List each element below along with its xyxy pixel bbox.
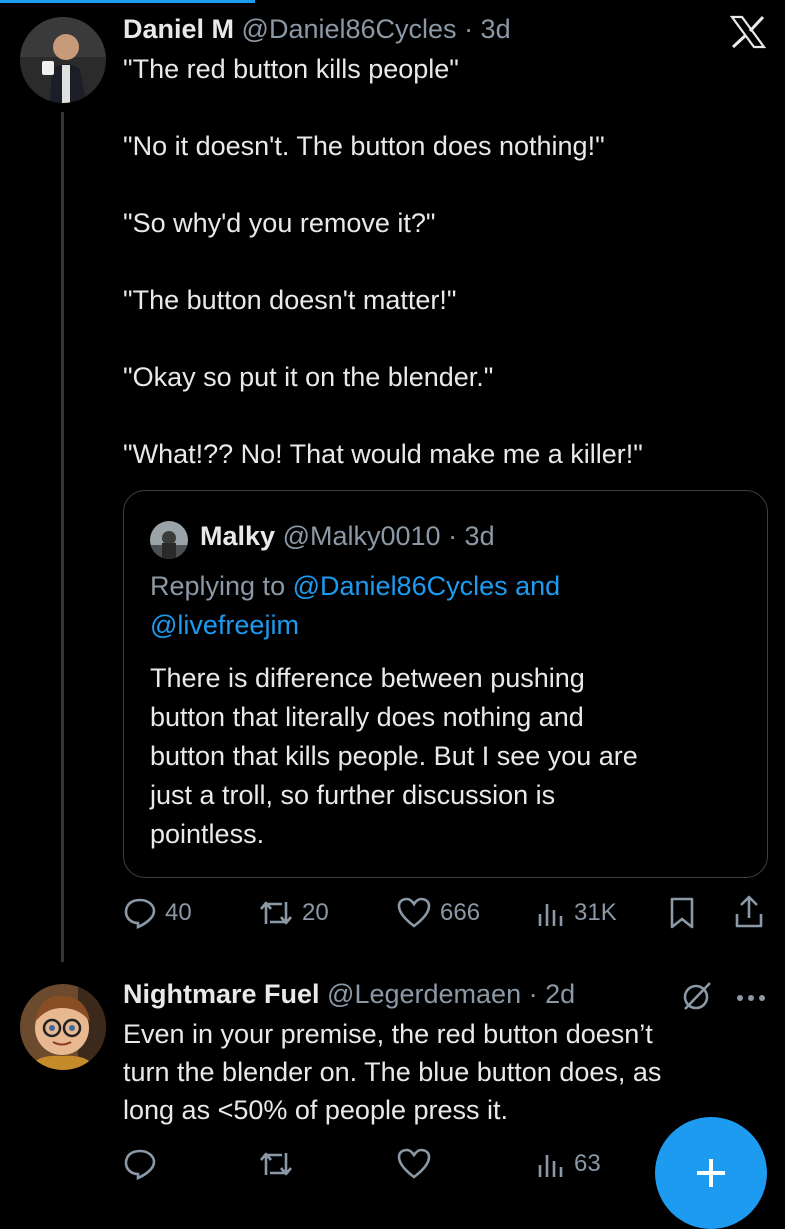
repost-count: 20 (302, 899, 329, 926)
quote-line: There is difference between pushing (150, 663, 585, 693)
reply-time[interactable]: · 2d (529, 979, 576, 1009)
quote-line: button that kills people. But I see you … (150, 741, 638, 771)
reply-line: long as <50% of people press it. (123, 1095, 509, 1125)
views-count: 63 (574, 1150, 601, 1177)
tweet-header: Daniel M @Daniel86Cycles · 3d (123, 14, 511, 45)
reply-handle[interactable]: @Legerdemaen (327, 979, 521, 1009)
reply-text: Even in your premise, the red button doe… (123, 1015, 661, 1129)
tweet-time[interactable]: · 3d (464, 14, 511, 44)
repost-icon (260, 1152, 292, 1176)
quote-header: Malky @Malky0010 · 3d (200, 521, 495, 552)
reply-icon (124, 1149, 156, 1181)
x-logo-icon[interactable] (729, 15, 767, 54)
reply-header: Nightmare Fuel @Legerdemaen · 2d (123, 979, 575, 1010)
reply-target-link[interactable]: @livefreejim (150, 610, 299, 640)
thread-line (61, 112, 64, 962)
reply-icon (124, 898, 156, 930)
tweet-line: "The button doesn't matter!" (123, 285, 457, 315)
reply-button[interactable]: 40 (123, 896, 192, 930)
reply-line: Even in your premise, the red button doe… (123, 1019, 653, 1049)
avatar-nightmare-fuel[interactable] (20, 984, 106, 1070)
reply-button[interactable] (123, 1147, 157, 1186)
heart-icon (397, 1148, 431, 1179)
quote-handle: @Malky0010 (282, 521, 441, 551)
grok-icon[interactable] (680, 980, 714, 1017)
views-count: 31K (574, 899, 617, 926)
like-button[interactable] (396, 1147, 432, 1186)
quote-author: Malky (200, 521, 276, 551)
quote-line: pointless. (150, 819, 265, 849)
repost-icon (260, 901, 292, 925)
replying-prefix: Replying to (150, 571, 286, 601)
more-icon[interactable] (736, 990, 766, 1008)
reply-line: turn the blender on. The blue button doe… (123, 1057, 662, 1087)
tweet-line: "What!?? No! That would make me a killer… (123, 439, 643, 469)
reply-count: 40 (165, 899, 192, 926)
top-accent-line (0, 0, 255, 3)
avatar-malky (150, 521, 188, 559)
repost-button[interactable] (258, 1147, 294, 1186)
quote-time: · 3d (448, 521, 495, 551)
plus-icon (697, 1159, 725, 1187)
quote-text: There is difference between pushing butt… (150, 659, 638, 854)
views-icon (538, 1155, 563, 1177)
tweet-line: "So why'd you remove it?" (123, 208, 436, 238)
views-button[interactable]: 63 (536, 1147, 601, 1181)
like-count: 666 (440, 899, 481, 926)
reply-author[interactable]: Nightmare Fuel (123, 979, 320, 1009)
tweet-line: "Okay so put it on the blender." (123, 362, 494, 392)
like-button[interactable]: 666 (396, 896, 480, 930)
repost-button[interactable]: 20 (258, 896, 329, 930)
tweet-line: "No it doesn't. The button does nothing!… (123, 131, 605, 161)
tweet-line: "The red button kills people" (123, 54, 459, 84)
views-icon (538, 904, 563, 926)
quoted-tweet[interactable]: Malky @Malky0010 · 3d Replying to @Danie… (123, 490, 768, 878)
quote-line: button that literally does nothing and (150, 702, 584, 732)
author-handle[interactable]: @Daniel86Cycles (242, 14, 457, 44)
share-icon[interactable] (733, 894, 765, 935)
author-name[interactable]: Daniel M (123, 14, 234, 44)
avatar-daniel[interactable] (20, 17, 106, 103)
quote-line: just a troll, so further discussion is (150, 780, 556, 810)
tweet-text: "The red button kills people" "No it doe… (123, 50, 643, 473)
compose-button[interactable] (655, 1117, 767, 1229)
heart-icon (397, 897, 431, 928)
views-button[interactable]: 31K (536, 896, 617, 930)
replying-to: Replying to @Daniel86Cycles and @livefre… (150, 567, 560, 645)
bookmark-icon[interactable] (667, 896, 697, 935)
reply-target-link[interactable]: @Daniel86Cycles and (293, 571, 561, 601)
